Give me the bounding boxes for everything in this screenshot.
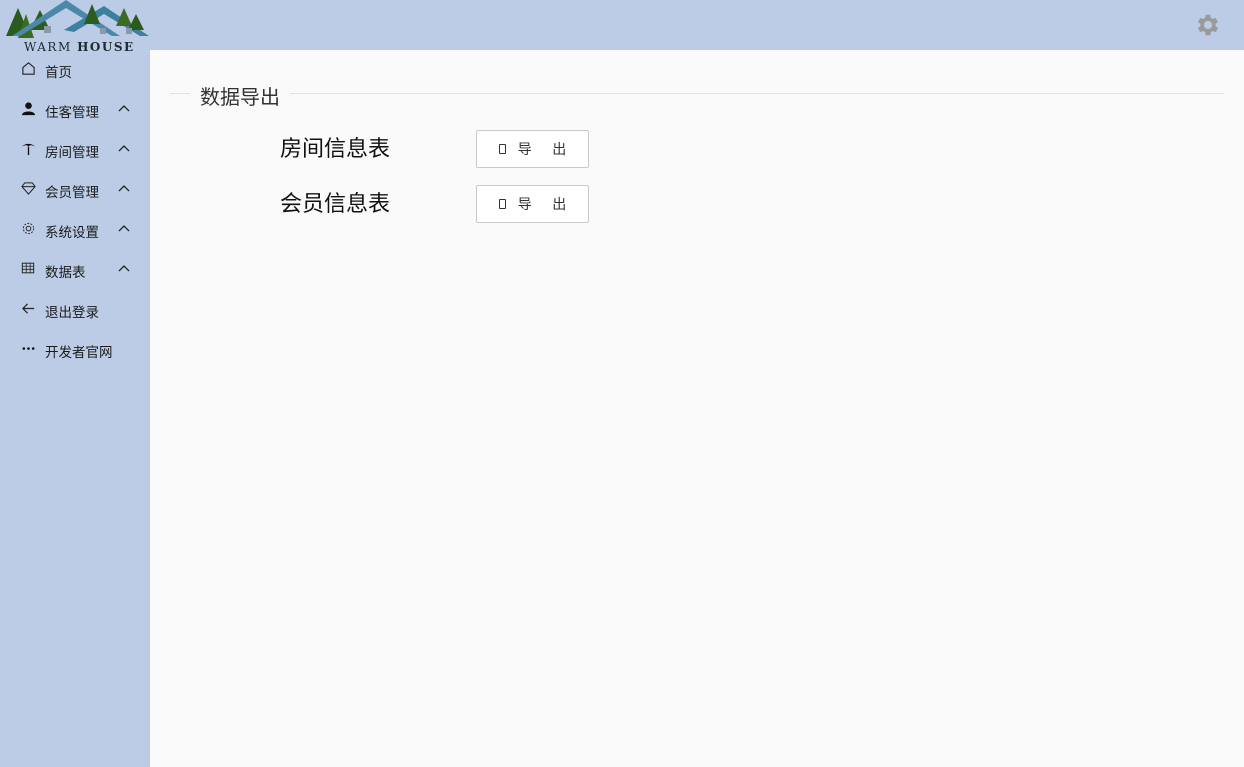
home-icon xyxy=(20,60,36,76)
gear-icon xyxy=(20,220,36,236)
table-icon xyxy=(20,260,36,276)
sidebar-item-guest-management[interactable]: 住客管理 xyxy=(0,90,150,130)
sidebar: WARM HOUSE 首页 住客管理 房间管理 会员管理 系统设置 数据表 退出… xyxy=(0,0,150,767)
chevron-up-icon[interactable] xyxy=(117,262,131,276)
member-info-table-label: 会员信息表 xyxy=(280,192,391,217)
export-room-info-button[interactable]: 导 出 xyxy=(476,130,589,168)
top-bar xyxy=(0,0,1244,50)
fieldset-border-right xyxy=(290,93,1224,94)
sidebar-item-member-management[interactable]: 会员管理 xyxy=(0,170,150,210)
chevron-up-icon[interactable] xyxy=(117,142,131,156)
sidebar-item-label: 房间管理 xyxy=(45,145,99,161)
sidebar-item-room-management[interactable]: 房间管理 xyxy=(0,130,150,170)
sidebar-item-developer-site[interactable]: 开发者官网 xyxy=(0,330,150,370)
sidebar-nav: 首页 住客管理 房间管理 会员管理 系统设置 数据表 退出登录 开发者官网 xyxy=(0,50,150,370)
export-button-label: 导 出 xyxy=(517,142,575,158)
user-icon xyxy=(20,100,36,116)
logo[interactable]: WARM HOUSE xyxy=(4,0,150,54)
export-button-label: 导 出 xyxy=(517,197,575,213)
sidebar-item-label: 首页 xyxy=(45,65,72,81)
chevron-up-icon[interactable] xyxy=(117,102,131,116)
chevron-up-icon[interactable] xyxy=(117,182,131,196)
sidebar-item-label: 会员管理 xyxy=(45,185,99,201)
sidebar-item-label: 住客管理 xyxy=(45,105,99,121)
sidebar-item-home[interactable]: 首页 xyxy=(0,50,150,90)
sidebar-item-data-tables[interactable]: 数据表 xyxy=(0,250,150,290)
sidebar-item-label: 系统设置 xyxy=(45,225,99,241)
export-icon xyxy=(498,199,506,209)
room-info-table-label: 房间信息表 xyxy=(280,137,391,162)
sidebar-item-label: 退出登录 xyxy=(45,305,99,321)
gear-icon[interactable] xyxy=(1194,11,1222,39)
sidebar-item-label: 开发者官网 xyxy=(45,345,113,361)
diamond-icon xyxy=(20,180,36,196)
sidebar-item-system-settings[interactable]: 系统设置 xyxy=(0,210,150,250)
more-icon xyxy=(20,340,36,356)
sidebar-item-label: 数据表 xyxy=(45,265,86,281)
export-icon xyxy=(498,144,506,154)
palm-tree-icon xyxy=(20,140,36,156)
chevron-up-icon[interactable] xyxy=(117,222,131,236)
sidebar-item-logout[interactable]: 退出登录 xyxy=(0,290,150,330)
export-member-info-button[interactable]: 导 出 xyxy=(476,185,589,223)
house-logo-icon xyxy=(6,0,149,38)
section-title: 数据导出 xyxy=(200,85,280,109)
arrow-left-icon xyxy=(20,300,36,316)
fieldset-border-left xyxy=(170,93,190,94)
